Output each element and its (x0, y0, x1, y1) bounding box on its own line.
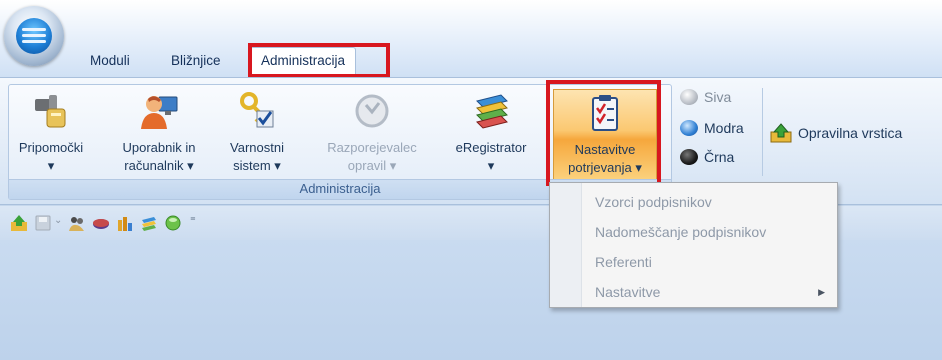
books-stack-icon (476, 94, 508, 129)
varnostni-label: Varnostni (230, 140, 284, 155)
pripomocki-label: Pripomočki (18, 140, 84, 155)
uporabnik-racunalnik-button[interactable]: Uporabnik in računalnik ▾ (113, 85, 205, 180)
eregistrator-caret: ▾ (487, 158, 495, 173)
bars-chart-icon[interactable] (116, 214, 134, 232)
tab-moduli[interactable]: Moduli (86, 48, 134, 76)
menu-icon-gutter (550, 183, 582, 307)
users-icon[interactable] (68, 214, 86, 232)
app-orb-button[interactable] (4, 6, 64, 66)
green-orb-icon[interactable] (164, 214, 182, 232)
taskbar-up-icon[interactable] (10, 214, 28, 232)
theme-siva-label: Siva (704, 89, 732, 105)
blue-orb-icon (680, 120, 698, 136)
theme-modra-label: Modra (704, 120, 744, 136)
theme-modra-button[interactable]: Modra (678, 117, 744, 139)
nastavitve-potrjevanja-button[interactable]: Nastavitve potrjevanja ▾ (553, 89, 657, 181)
disc-icon[interactable] (92, 214, 110, 232)
menu-item-label: Nastavitve (595, 284, 661, 300)
pripomocki-button[interactable]: Pripomočki ▾ (11, 85, 91, 180)
theme-siva-button[interactable]: Siva (678, 86, 731, 108)
save-icon[interactable] (34, 214, 52, 232)
scheduler-clock-icon (355, 94, 389, 128)
nastavitve-dropdown-menu: Vzorci podpisnikov Nadomeščanje podpisni… (549, 182, 838, 308)
opravilna-vrstica-button[interactable]: Opravilna vrstica (770, 122, 902, 144)
tab-administracija[interactable]: Administracija (250, 47, 357, 78)
menu-item-label: Referenti (595, 254, 652, 270)
menu-item-label: Nadomeščanje podpisnikov (595, 224, 767, 240)
taskbar-up-icon (770, 123, 792, 143)
eregistrator-button[interactable]: eRegistrator ▾ (446, 85, 536, 180)
razporejevalec-label: Razporejevalec (327, 140, 417, 155)
title-tab-strip: Moduli Bližnjice Administracija (0, 0, 942, 78)
ribbon-separator (762, 88, 763, 176)
theme-crna-label: Črna (704, 149, 735, 165)
pripomocki-caret: ▾ (47, 158, 55, 173)
tools-icon (35, 95, 66, 128)
eregistrator-label: eRegistrator (455, 140, 527, 155)
menu-item-label: Vzorci podpisnikov (595, 194, 712, 210)
security-keys-icon (240, 92, 274, 128)
app-logo-icon (16, 18, 52, 54)
customize-dropdown-icon[interactable]: ⁼ (190, 214, 208, 232)
user-computer-icon (141, 96, 178, 129)
menu-item-nadomescanje-podpisnikov[interactable]: Nadomeščanje podpisnikov (583, 217, 837, 247)
uporabnik-label-2: računalnik ▾ (124, 158, 194, 173)
menu-item-nastavitve[interactable]: Nastavitve ▶ (583, 277, 837, 307)
menu-item-referenti[interactable]: Referenti (583, 247, 837, 277)
razporejevalec-label-2: opravil ▾ (347, 158, 397, 173)
uporabnik-label: Uporabnik in (122, 140, 196, 155)
checklist-icon (592, 95, 618, 131)
gray-orb-icon (680, 89, 698, 105)
black-orb-icon (680, 149, 698, 165)
theme-crna-button[interactable]: Črna (678, 146, 734, 168)
books-icon[interactable] (140, 214, 158, 232)
tab-bliznjice[interactable]: Bližnjice (167, 48, 225, 76)
opravilna-vrstica-label: Opravilna vrstica (798, 125, 903, 141)
varnostni-label-2: sistem ▾ (233, 158, 281, 173)
nastavitve-label-2: potrjevanja ▾ (568, 160, 642, 175)
submenu-arrow-icon: ▶ (818, 287, 825, 297)
razporejevalec-opravil-button: Razporejevalec opravil ▾ (317, 85, 427, 180)
menu-item-vzorci-podpisnikov[interactable]: Vzorci podpisnikov (583, 187, 837, 217)
varnostni-sistem-button[interactable]: Varnostni sistem ▾ (223, 85, 291, 180)
nastavitve-label: Nastavitve (574, 142, 636, 157)
